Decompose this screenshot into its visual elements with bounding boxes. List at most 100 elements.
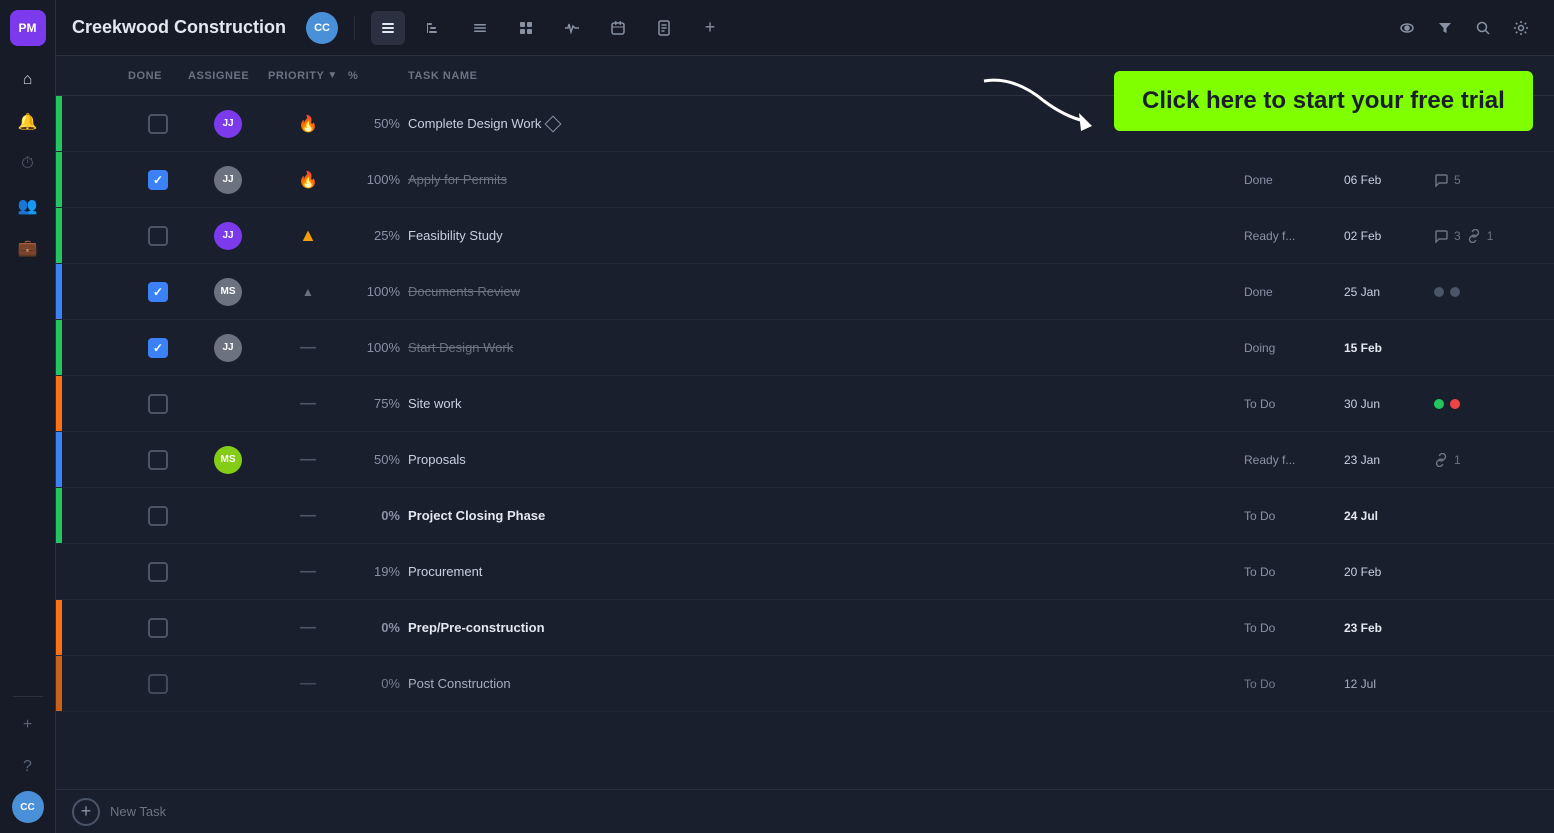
cell-priority: — [268, 507, 348, 525]
task-name-text: Post Construction [408, 676, 511, 691]
cell-date: 23 Jan [1344, 453, 1434, 467]
topbar-icon-filter[interactable] [1428, 11, 1462, 45]
row-indicator [56, 656, 62, 711]
task-checkbox[interactable] [148, 226, 168, 246]
cell-done[interactable] [128, 114, 188, 134]
table-row: JJ 🔥 100% Apply for Permits Done 06 Feb … [56, 152, 1554, 208]
col-header-priority: PRIORITY ▼ [268, 70, 348, 82]
cell-done[interactable] [128, 226, 188, 246]
topbar-icon-gantt[interactable] [417, 11, 451, 45]
sidebar-item-help[interactable]: ? [10, 749, 46, 785]
task-checkbox[interactable] [148, 450, 168, 470]
task-checkbox[interactable] [148, 338, 168, 358]
content-area: Click here to start your free trial DONE… [56, 56, 1554, 833]
status-dot-gray [1450, 287, 1460, 297]
cell-date: 02 Feb [1344, 229, 1434, 243]
link-count: 1 [1454, 453, 1461, 467]
task-checkbox[interactable] [148, 170, 168, 190]
topbar-icon-plus[interactable]: + [693, 11, 727, 45]
table-row: — 75% Site work To Do 30 Jun [56, 376, 1554, 432]
add-task-row[interactable]: + New Task [56, 789, 1554, 833]
cell-status: Doing [1244, 341, 1344, 355]
cell-taskname: Post Construction [408, 676, 1244, 691]
task-name-text: Project Closing Phase [408, 508, 545, 523]
cell-priority: 🔥 [268, 170, 348, 190]
cell-taskname: Site work [408, 396, 1244, 411]
topbar-icon-doc[interactable] [647, 11, 681, 45]
cell-assignee: MS [188, 446, 268, 474]
priority-dash-icon: — [300, 619, 316, 637]
cell-done[interactable] [128, 618, 188, 638]
topbar-icon-calendar[interactable] [601, 11, 635, 45]
sidebar-item-add[interactable]: + [10, 707, 46, 743]
table-row: — 0% Prep/Pre-construction To Do 23 Feb [56, 600, 1554, 656]
topbar-divider [354, 16, 355, 40]
cell-assignee: JJ [188, 222, 268, 250]
topbar-icon-pulse[interactable] [555, 11, 589, 45]
cell-taskname: Project Closing Phase [408, 508, 1244, 523]
task-checkbox[interactable] [148, 394, 168, 414]
link-icon [1467, 229, 1481, 243]
table-row: MS ▲ 100% Documents Review Done 25 Jan [56, 264, 1554, 320]
cell-priority: ▲ [268, 285, 348, 299]
task-checkbox[interactable] [148, 114, 168, 134]
cell-pct: 50% [348, 452, 408, 467]
sidebar-user-avatar[interactable]: CC [12, 791, 44, 823]
priority-sort-icon[interactable]: ▼ [327, 70, 337, 81]
cell-taskname: Documents Review [408, 284, 1244, 299]
topbar-right [1390, 11, 1538, 45]
cell-date: 20 Feb [1344, 565, 1434, 579]
cell-priority: — [268, 675, 348, 693]
comment-icon [1434, 173, 1448, 187]
cell-extras: 1 [1434, 453, 1554, 467]
cell-taskname: Start Design Work [408, 340, 1244, 355]
topbar-icon-eye[interactable] [1390, 11, 1424, 45]
task-checkbox[interactable] [148, 618, 168, 638]
cell-pct: 100% [348, 284, 408, 299]
row-indicator [56, 600, 62, 655]
cell-done[interactable] [128, 562, 188, 582]
cta-banner[interactable]: Click here to start your free trial [1114, 71, 1533, 131]
add-task-button[interactable]: + [72, 798, 100, 826]
app-logo[interactable]: PM [10, 10, 46, 46]
table-body: JJ 🔥 50% Complete Design Work To Do 16 F… [56, 96, 1554, 789]
sidebar-item-portfolio[interactable]: 💼 [10, 230, 46, 266]
topbar-icon-list[interactable] [371, 11, 405, 45]
task-name-text: Site work [408, 396, 461, 411]
task-checkbox[interactable] [148, 674, 168, 694]
cell-date: 12 Jul [1344, 677, 1434, 691]
task-name-text: Start Design Work [408, 340, 513, 355]
cell-done[interactable] [128, 170, 188, 190]
cell-done[interactable] [128, 282, 188, 302]
topbar-icon-grid[interactable] [509, 11, 543, 45]
project-avatar: CC [306, 12, 338, 44]
task-name-text: Prep/Pre-construction [408, 620, 545, 635]
cell-done[interactable] [128, 450, 188, 470]
cell-done[interactable] [128, 506, 188, 526]
topbar-icon-menu[interactable] [463, 11, 497, 45]
link-count: 1 [1487, 229, 1494, 243]
cell-assignee: JJ [188, 110, 268, 138]
row-indicator [56, 320, 62, 375]
sidebar-item-time[interactable]: ⏱ [10, 146, 46, 182]
cell-done[interactable] [128, 394, 188, 414]
sidebar-item-home[interactable]: ⌂ [10, 62, 46, 98]
cell-pct: 19% [348, 564, 408, 579]
main-content: Creekwood Construction CC + [56, 0, 1554, 833]
cell-done[interactable] [128, 338, 188, 358]
task-checkbox[interactable] [148, 506, 168, 526]
cell-assignee: MS [188, 278, 268, 306]
comment-count: 3 [1454, 229, 1461, 243]
link-icon [1434, 453, 1448, 467]
sidebar-item-people[interactable]: 👥 [10, 188, 46, 224]
topbar-icon-settings[interactable] [1504, 11, 1538, 45]
cell-pct: 0% [348, 676, 408, 691]
sidebar-divider [13, 696, 43, 697]
topbar-icon-search[interactable] [1466, 11, 1500, 45]
task-checkbox[interactable] [148, 282, 168, 302]
task-checkbox[interactable] [148, 562, 168, 582]
sidebar-item-notifications[interactable]: 🔔 [10, 104, 46, 140]
cell-status: To Do [1244, 397, 1344, 411]
cell-priority: — [268, 619, 348, 637]
cell-done[interactable] [128, 674, 188, 694]
